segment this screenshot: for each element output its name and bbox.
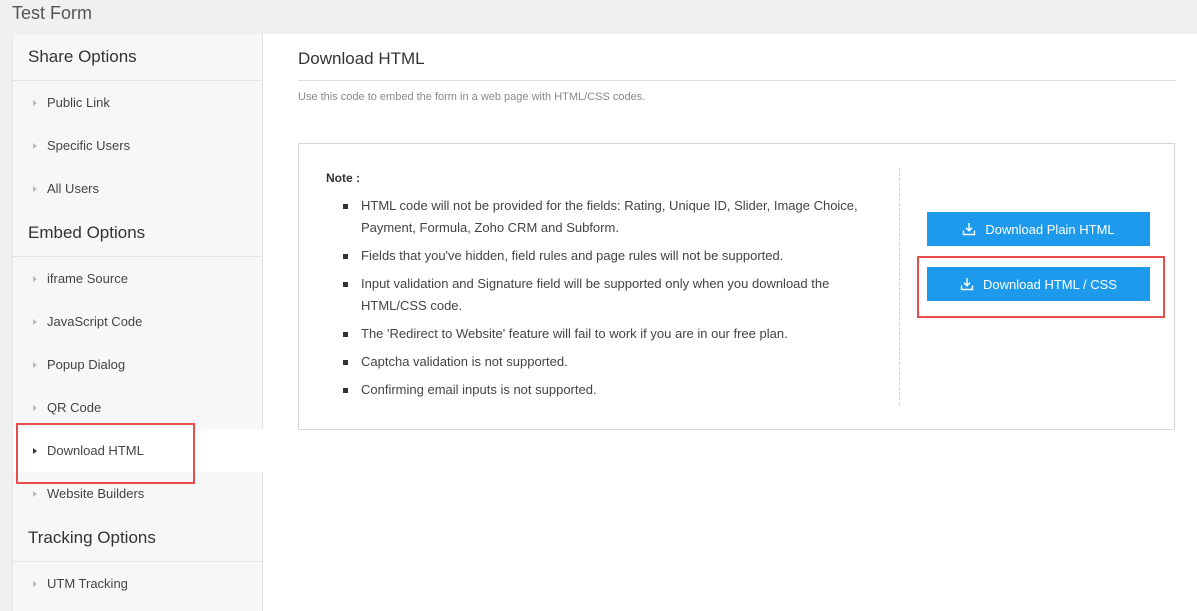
page-description: Use this code to embed the form in a web… [298,91,646,103]
sidebar-item-label: JavaScript Code [47,314,143,329]
download-plain-html-button[interactable]: Download Plain HTML [927,212,1150,246]
embed-options-header: Embed Options [13,210,262,257]
sidebar-item-label: Specific Users [47,138,131,153]
note-item: Input validation and Signature field wil… [334,273,874,317]
sidebar-item-label: UTM Tracking [47,576,128,591]
sidebar-item-specific-users[interactable]: Specific Users [13,124,262,167]
sidebar-item-public-link[interactable]: Public Link [13,81,262,124]
sidebar-item-website-builders[interactable]: Website Builders [13,472,262,515]
sidebar: Share Options Public Link Specific Users… [12,34,265,611]
button-label: Download Plain HTML [985,221,1115,237]
note-item: Captcha validation is not supported. [334,351,874,373]
note-item: Fields that you've hidden, field rules a… [334,245,874,267]
caret-right-icon [33,142,37,149]
window-title: Test Form [12,3,93,23]
sidebar-item-all-users[interactable]: All Users [13,167,262,210]
sidebar-item-label: Public Link [47,95,110,110]
note-panel: Note : HTML code will not be provided fo… [298,143,1175,430]
sidebar-item-label: QR Code [47,400,102,415]
caret-right-icon [33,404,37,411]
caret-right-icon [33,185,37,192]
caret-right-icon [33,99,37,106]
page-title: Download HTML [298,49,425,68]
note-item: HTML code will not be provided for the f… [334,195,874,239]
caret-right-icon [33,490,37,497]
top-bar: Test Form [0,0,1197,34]
sidebar-item-qr-code[interactable]: QR Code [13,386,262,429]
vertical-divider [899,168,900,405]
sidebar-item-label: iframe Source [47,271,128,286]
sidebar-item-download-html[interactable]: Download HTML [13,429,265,472]
caret-right-icon [33,275,37,282]
download-icon [960,278,974,291]
sidebar-item-javascript-code[interactable]: JavaScript Code [13,300,262,343]
main-panel: Download HTML Use this code to embed the… [263,34,1197,611]
caret-right-icon [33,580,37,587]
note-label: Note : [326,171,360,185]
sidebar-item-popup-dialog[interactable]: Popup Dialog [13,343,262,386]
caret-right-icon [33,447,37,454]
caret-right-icon [33,318,37,325]
sidebar-item-label: Popup Dialog [47,357,126,372]
caret-right-icon [33,361,37,368]
note-list: HTML code will not be provided for the f… [334,195,874,407]
share-options-header: Share Options [13,34,262,81]
sidebar-item-iframe-source[interactable]: iframe Source [13,257,262,300]
download-icon [963,223,976,236]
tracking-options-header: Tracking Options [13,515,262,562]
download-html-css-button[interactable]: Download HTML / CSS [927,267,1150,301]
sidebar-item-label: Download HTML [47,443,144,458]
sidebar-item-utm-tracking[interactable]: UTM Tracking [13,562,262,605]
sidebar-item-label: Website Builders [47,486,145,501]
button-label: Download HTML / CSS [983,276,1117,292]
title-divider [298,80,1176,81]
note-item: Confirming email inputs is not supported… [334,379,874,401]
note-item: The 'Redirect to Website' feature will f… [334,323,874,345]
sidebar-item-label: All Users [47,181,100,196]
